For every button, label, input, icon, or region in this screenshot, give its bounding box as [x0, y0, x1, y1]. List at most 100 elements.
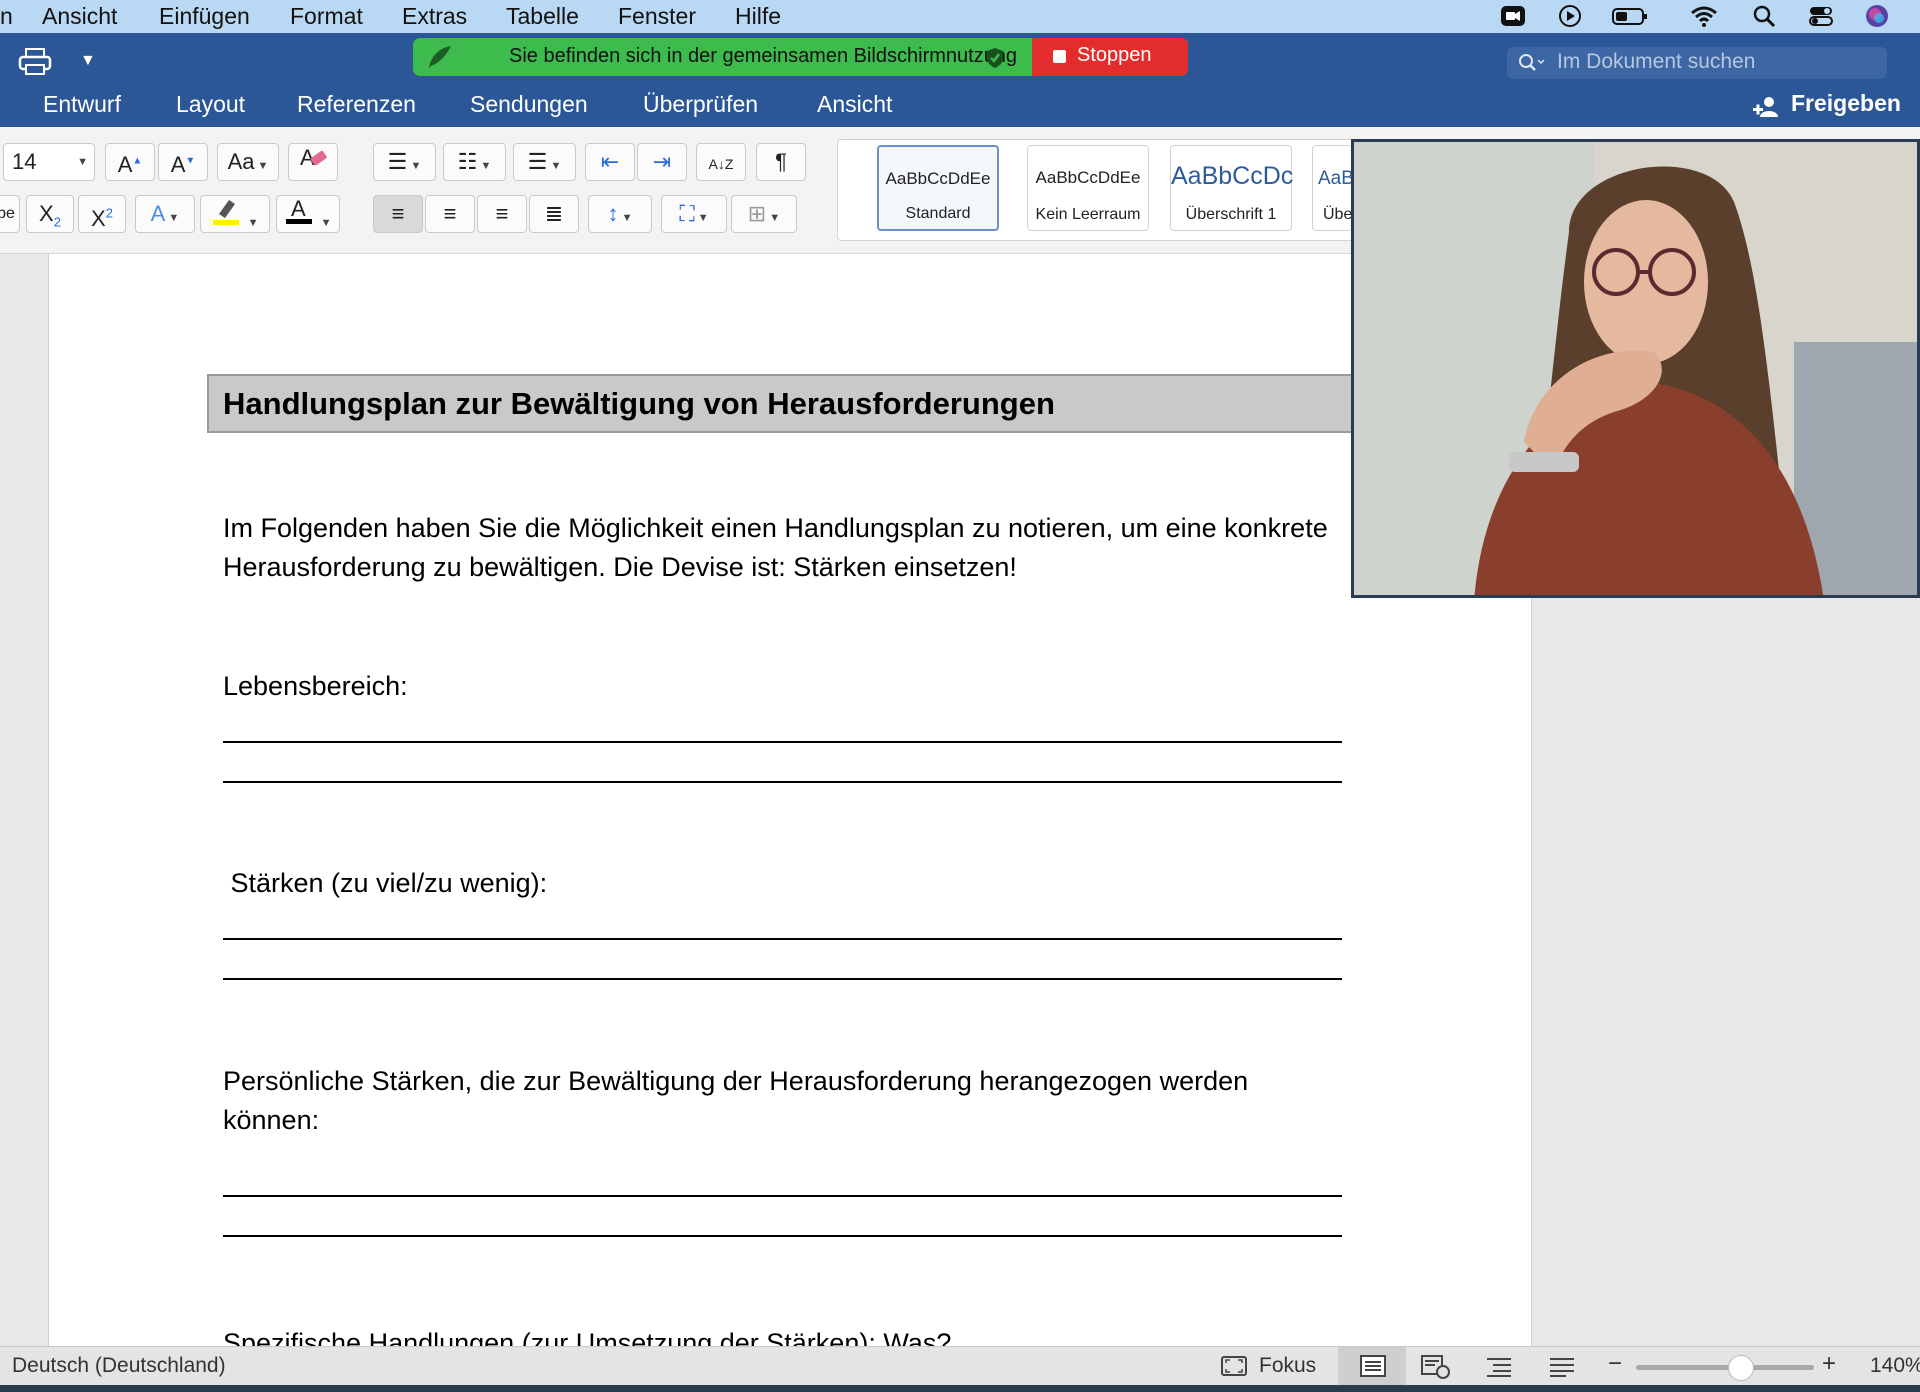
shrink-font-button[interactable]: A▼: [158, 143, 208, 181]
shading-button[interactable]: ⛶ ▼: [661, 195, 727, 233]
chevron-down-icon: ▼: [165, 212, 180, 224]
subscript-button[interactable]: X2: [26, 195, 74, 233]
battery-icon[interactable]: [1612, 4, 1648, 28]
tab-ueberpruefen[interactable]: Überprüfen: [643, 91, 758, 118]
style-standard[interactable]: AaBbCcDdEe Standard: [877, 145, 999, 231]
line-spacing-button[interactable]: ↕ ▼: [588, 195, 652, 233]
add-person-icon: [1753, 95, 1785, 125]
language-status[interactable]: Deutsch (Deutschland): [12, 1354, 226, 1378]
align-left-button[interactable]: ≡: [373, 195, 423, 233]
show-formatting-button[interactable]: ¶: [756, 143, 806, 181]
sort-icon: A↓Z: [708, 156, 734, 172]
macos-menubar: n Ansicht Einfügen Format Extras Tabelle…: [0, 0, 1920, 33]
numbered-list-icon: ☷: [457, 149, 478, 174]
print-layout-view-button[interactable]: [1338, 1347, 1406, 1386]
align-right-button[interactable]: ≡: [477, 195, 527, 233]
menu-hilfe[interactable]: Hilfe: [735, 3, 781, 30]
sort-button[interactable]: A↓Z: [696, 143, 746, 181]
zoom-slider-thumb[interactable]: [1728, 1355, 1754, 1381]
style-name: Kein Leerraum: [1035, 206, 1141, 223]
multilevel-list-button[interactable]: ☰ ▼: [513, 143, 576, 181]
borders-button[interactable]: ⊞ ▼: [731, 195, 797, 233]
zoom-in-button[interactable]: +: [1822, 1350, 1836, 1378]
tab-layout[interactable]: Layout: [176, 91, 245, 118]
style-name: Übe: [1323, 206, 1352, 223]
focus-mode-button[interactable]: Fokus: [1259, 1354, 1316, 1378]
style-kein-leerraum[interactable]: AaBbCcDdEe Kein Leerraum: [1027, 145, 1149, 231]
grow-font-button[interactable]: A▲: [105, 143, 155, 181]
superscript-button[interactable]: X2: [78, 195, 126, 233]
spotlight-search-icon[interactable]: [1751, 4, 1777, 28]
tab-ansicht[interactable]: Ansicht: [817, 91, 892, 118]
tab-entwurf[interactable]: Entwurf: [43, 91, 121, 118]
style-sample: AaBbCcDc: [1171, 162, 1294, 190]
chevron-down-icon: ▼: [547, 160, 562, 172]
style-ueberschrift-1[interactable]: AaBbCcDc Überschrift 1: [1170, 145, 1294, 231]
align-center-button[interactable]: ≡: [425, 195, 475, 233]
label-spezifische-handlungen: Spezifische Handlungen (zur Umsetzung de…: [223, 1328, 952, 1346]
menu-extras[interactable]: Extras: [402, 3, 467, 30]
text-effects-button[interactable]: A ▼: [135, 195, 195, 233]
chevron-down-icon: ▼: [694, 212, 709, 224]
share-button[interactable]: Freigeben: [1753, 90, 1901, 117]
menu-tabelle[interactable]: Tabelle: [506, 3, 579, 30]
siri-icon[interactable]: [1864, 4, 1890, 28]
secure-shield-icon: [985, 47, 1005, 74]
menu-fenster[interactable]: Fenster: [618, 3, 696, 30]
tab-sendungen[interactable]: Sendungen: [470, 91, 588, 118]
answer-line: [223, 1235, 1342, 1237]
style-name: Standard: [905, 205, 971, 222]
align-right-icon: ≡: [495, 201, 509, 226]
increase-indent-button[interactable]: ⇥: [637, 143, 687, 181]
menu-ansicht[interactable]: Ansicht: [42, 3, 117, 30]
stop-sharing-button[interactable]: Stoppen: [1032, 38, 1188, 76]
justify-button[interactable]: ≣: [529, 195, 579, 233]
print-icon[interactable]: [18, 47, 52, 77]
multilevel-list-icon: ☰: [527, 149, 548, 174]
chevron-down-icon: ▼: [77, 156, 88, 168]
zoom-meeting-icon[interactable]: [1500, 4, 1526, 28]
answer-line: [223, 978, 1342, 980]
share-label: Freigeben: [1791, 90, 1901, 116]
screen-record-icon[interactable]: [1557, 4, 1583, 28]
web-layout-icon[interactable]: [1421, 1355, 1451, 1385]
numbered-list-button[interactable]: ☷ ▼: [443, 143, 506, 181]
clear-formatting-button[interactable]: A: [288, 143, 338, 181]
bullet-list-icon: ☰: [387, 149, 408, 174]
zoom-level[interactable]: 140%: [1870, 1354, 1920, 1378]
font-size-select[interactable]: 14 ▼: [3, 143, 95, 181]
zoom-slider[interactable]: [1636, 1355, 1814, 1381]
bullet-list-button[interactable]: ☰ ▼: [373, 143, 436, 181]
focus-icon[interactable]: [1221, 1355, 1247, 1383]
answer-line: [223, 938, 1342, 940]
text-effects-icon: A: [150, 201, 166, 226]
screen-share-banner: Sie befinden sich in der gemeinsamen Bil…: [413, 38, 1188, 76]
decrease-indent-button[interactable]: ⇤: [585, 143, 635, 181]
change-case-icon: Aa: [227, 149, 255, 174]
document-page[interactable]: Handlungsplan zur Bewältigung von Heraus…: [48, 254, 1532, 1346]
menu-item-partial[interactable]: n: [0, 3, 13, 30]
presenter-video-overlay[interactable]: [1351, 139, 1920, 598]
label-persoenliche-staerken-line-1: Persönliche Stärken, die zur Bewältigung…: [223, 1066, 1249, 1096]
style-sample: AaBbCcDdEe: [1035, 168, 1141, 187]
draft-view-icon[interactable]: [1548, 1356, 1576, 1384]
chevron-down-icon: ▼: [407, 160, 422, 172]
style-ueberschrift-2-partial[interactable]: AaB Übe: [1312, 145, 1352, 231]
outline-view-icon[interactable]: [1485, 1356, 1513, 1384]
wifi-icon[interactable]: [1690, 4, 1717, 28]
chevron-down-icon: ▼: [477, 160, 492, 172]
menu-format[interactable]: Format: [290, 3, 363, 30]
tab-referenzen[interactable]: Referenzen: [297, 91, 416, 118]
change-case-button[interactable]: Aa ▼: [217, 143, 279, 181]
search-icon: [1517, 52, 1547, 80]
font-size-value: 14: [12, 149, 37, 174]
strikethrough-button-partial[interactable]: be: [0, 195, 20, 233]
font-color-button[interactable]: A ▼: [276, 195, 340, 233]
highlight-color-button[interactable]: ▼: [200, 195, 270, 233]
menu-einfuegen[interactable]: Einfügen: [159, 3, 250, 30]
control-center-icon[interactable]: [1808, 4, 1834, 28]
zoom-out-button[interactable]: −: [1608, 1350, 1622, 1378]
customize-toolbar-icon[interactable]: ▼: [80, 52, 96, 70]
document-search-input[interactable]: Im Dokument suchen: [1507, 47, 1887, 79]
stop-sharing-label: Stoppen: [1077, 44, 1152, 66]
